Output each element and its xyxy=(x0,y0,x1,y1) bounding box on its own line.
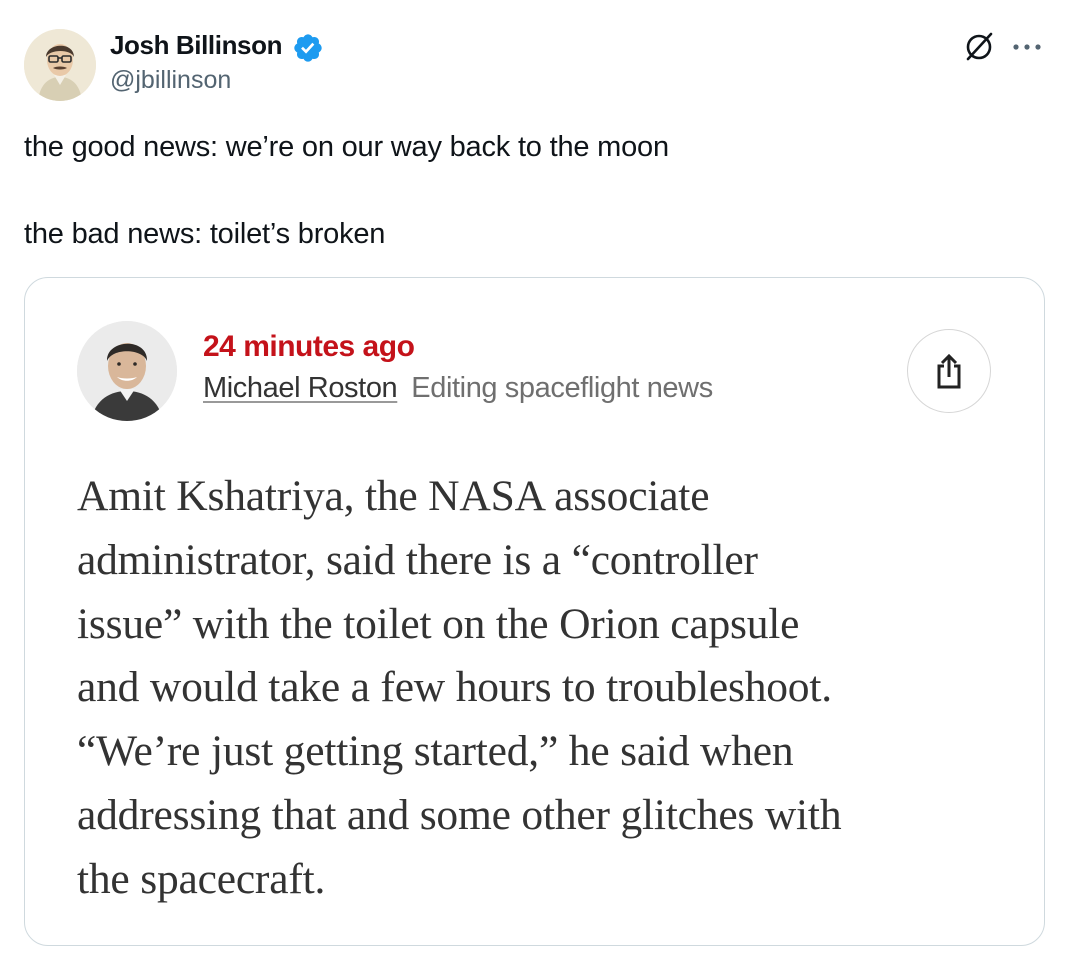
author-display-name[interactable]: Josh Billinson xyxy=(110,30,282,61)
more-options-icon[interactable] xyxy=(1011,38,1043,56)
article-paragraph: Amit Kshatriya, the NASA associate admin… xyxy=(77,465,1027,912)
article-line: Amit Kshatriya, the NASA associate xyxy=(77,472,710,520)
reporter-avatar xyxy=(77,321,177,421)
reporter-role: Editing spaceflight news xyxy=(411,372,713,404)
verified-badge-icon xyxy=(294,34,322,62)
author-handle[interactable]: @jbillinson xyxy=(110,66,231,95)
reporter-name-link[interactable]: Michael Roston xyxy=(203,372,398,404)
tweet-text-line: the good news: we’re on our way back to … xyxy=(24,131,669,163)
article-line: the spacecraft. xyxy=(77,854,326,903)
article-line: “We’re just getting started,” he said wh… xyxy=(77,727,794,776)
article-line: addressing that and some other glitches … xyxy=(77,790,842,839)
article-line: administrator, said there is a “controll… xyxy=(77,535,758,584)
article-line: and would take a few hours to troublesho… xyxy=(77,663,832,712)
embedded-image-card[interactable]: 24 minutes ago Michael Roston Editing spa… xyxy=(24,277,1045,946)
share-icon xyxy=(937,353,961,389)
share-button[interactable] xyxy=(907,329,991,413)
tweet-text-line: the bad news: toilet’s broken xyxy=(24,218,386,250)
grok-icon[interactable] xyxy=(962,30,996,64)
byline: Michael Roston Editing spaceflight news xyxy=(203,372,713,405)
tweet: Josh Billinson @jbillinson the good news… xyxy=(0,0,1066,966)
article-timestamp: 24 minutes ago xyxy=(203,330,415,363)
author-avatar[interactable] xyxy=(24,29,96,101)
article-line: issue” with the toilet on the Orion caps… xyxy=(77,599,800,648)
